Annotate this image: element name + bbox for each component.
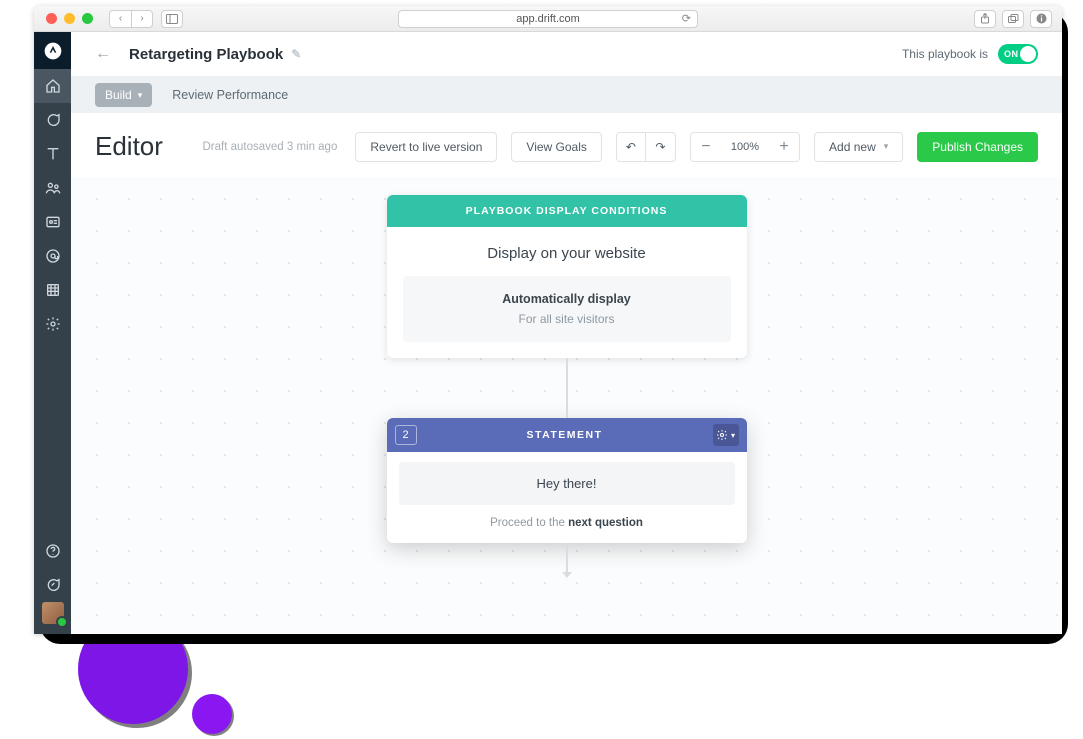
statement-message[interactable]: Hey there! — [399, 462, 735, 505]
minimize-window-icon[interactable] — [64, 13, 75, 24]
close-window-icon[interactable] — [46, 13, 57, 24]
nav-back-button[interactable]: ‹ — [109, 10, 131, 28]
statement-proceed-text: Proceed to the next question — [399, 517, 735, 529]
statement-card[interactable]: 2 STATEMENT ▾ Hey there! Proceed to the … — [387, 418, 747, 543]
autosave-status: Draft autosaved 3 min ago — [202, 141, 337, 153]
maximize-window-icon[interactable] — [82, 13, 93, 24]
statement-card-header: 2 STATEMENT ▾ — [387, 418, 747, 452]
nav-forward-button[interactable]: › — [131, 10, 153, 28]
url-text: app.drift.com — [516, 13, 580, 25]
add-new-button[interactable]: Add new ▾ — [814, 132, 903, 162]
browser-window: ‹ › app.drift.com ⟳ — [34, 6, 1062, 634]
flow-connector — [566, 358, 568, 418]
right-chrome-buttons — [974, 10, 1052, 28]
nav-buttons: ‹ › — [109, 10, 153, 28]
sidebar-toggle-button[interactable] — [161, 10, 183, 28]
tab-build[interactable]: Build ▾ — [95, 83, 152, 107]
nav-settings[interactable] — [34, 307, 71, 341]
back-arrow-icon[interactable]: ← — [95, 45, 111, 63]
proceed-prefix: Proceed to the — [490, 517, 568, 529]
page-header: ← Retargeting Playbook ✎ This playbook i… — [71, 32, 1062, 77]
conditions-card-title: Display on your website — [403, 245, 731, 262]
editor-toolbar: Editor Draft autosaved 3 min ago Revert … — [71, 113, 1062, 177]
zoom-in-button[interactable]: + — [769, 138, 799, 156]
page-title-text: Retargeting Playbook — [129, 46, 283, 63]
conditions-rule-box[interactable]: Automatically display For all site visit… — [403, 276, 731, 342]
add-new-label: Add new — [829, 140, 876, 154]
revert-button[interactable]: Revert to live version — [355, 132, 497, 162]
statement-card-body: Hey there! Proceed to the next question — [387, 452, 747, 543]
tab-build-label: Build — [105, 88, 132, 102]
chevron-down-icon: ▾ — [731, 431, 735, 440]
nav-contacts[interactable] — [34, 171, 71, 205]
statement-settings-button[interactable]: ▾ — [713, 424, 739, 446]
statement-number: 2 — [395, 425, 417, 445]
nav-feedback[interactable] — [34, 568, 71, 602]
nav-conversations[interactable] — [34, 103, 71, 137]
user-avatar[interactable] — [42, 602, 64, 624]
playbook-toggle[interactable]: ON — [998, 44, 1038, 64]
publish-button[interactable]: Publish Changes — [917, 132, 1038, 162]
reload-icon[interactable]: ⟳ — [682, 12, 691, 25]
flow-connector — [566, 543, 568, 573]
side-rail — [34, 32, 71, 634]
nav-reports[interactable] — [34, 273, 71, 307]
brand-logo[interactable] — [34, 32, 71, 69]
subheader-tabs: Build ▾ Review Performance — [71, 77, 1062, 113]
app-shell: ← Retargeting Playbook ✎ This playbook i… — [34, 32, 1062, 634]
tab-review-performance[interactable]: Review Performance — [172, 88, 288, 102]
undo-redo-group: ↶ ↷ — [616, 132, 676, 162]
page-title: Retargeting Playbook ✎ — [129, 46, 301, 63]
address-bar[interactable]: app.drift.com ⟳ — [398, 10, 698, 28]
chevron-down-icon: ▾ — [138, 90, 143, 101]
zoom-control: − 100% + — [690, 132, 800, 162]
redo-button[interactable]: ↷ — [646, 132, 676, 162]
nav-accounts[interactable] — [34, 205, 71, 239]
flow-column: PLAYBOOK DISPLAY CONDITIONS Display on y… — [387, 195, 747, 573]
info-button[interactable] — [1030, 10, 1052, 28]
conditions-card-body: Display on your website Automatically di… — [387, 227, 747, 358]
editor-heading: Editor — [95, 131, 163, 162]
proceed-bold: next question — [568, 517, 643, 529]
traffic-lights — [46, 13, 93, 24]
conditions-rule-title: Automatically display — [415, 292, 719, 306]
toggle-state-label: ON — [1004, 49, 1019, 59]
toggle-knob — [1020, 46, 1036, 62]
view-goals-button[interactable]: View Goals — [511, 132, 601, 162]
undo-button[interactable]: ↶ — [616, 132, 646, 162]
nav-help[interactable] — [34, 534, 71, 568]
decorative-circle-small — [192, 694, 232, 734]
nav-home[interactable] — [34, 69, 71, 103]
edit-title-icon[interactable]: ✎ — [291, 47, 301, 61]
conditions-rule-subtitle: For all site visitors — [415, 312, 719, 326]
flow-canvas[interactable]: PLAYBOOK DISPLAY CONDITIONS Display on y… — [71, 177, 1062, 634]
conditions-card-header: PLAYBOOK DISPLAY CONDITIONS — [387, 195, 747, 227]
share-button[interactable] — [974, 10, 996, 28]
titlebar: ‹ › app.drift.com ⟳ — [34, 6, 1062, 32]
arrow-down-icon — [562, 572, 572, 578]
tabs-button[interactable] — [1002, 10, 1024, 28]
nav-email[interactable] — [34, 239, 71, 273]
main-column: ← Retargeting Playbook ✎ This playbook i… — [71, 32, 1062, 634]
zoom-out-button[interactable]: − — [691, 138, 721, 156]
zoom-value: 100% — [721, 141, 769, 153]
nav-playbooks[interactable] — [34, 137, 71, 171]
statement-header-label: STATEMENT — [417, 429, 713, 441]
chevron-down-icon: ▾ — [884, 141, 889, 152]
playbook-status-label: This playbook is — [902, 47, 988, 61]
display-conditions-card[interactable]: PLAYBOOK DISPLAY CONDITIONS Display on y… — [387, 195, 747, 358]
